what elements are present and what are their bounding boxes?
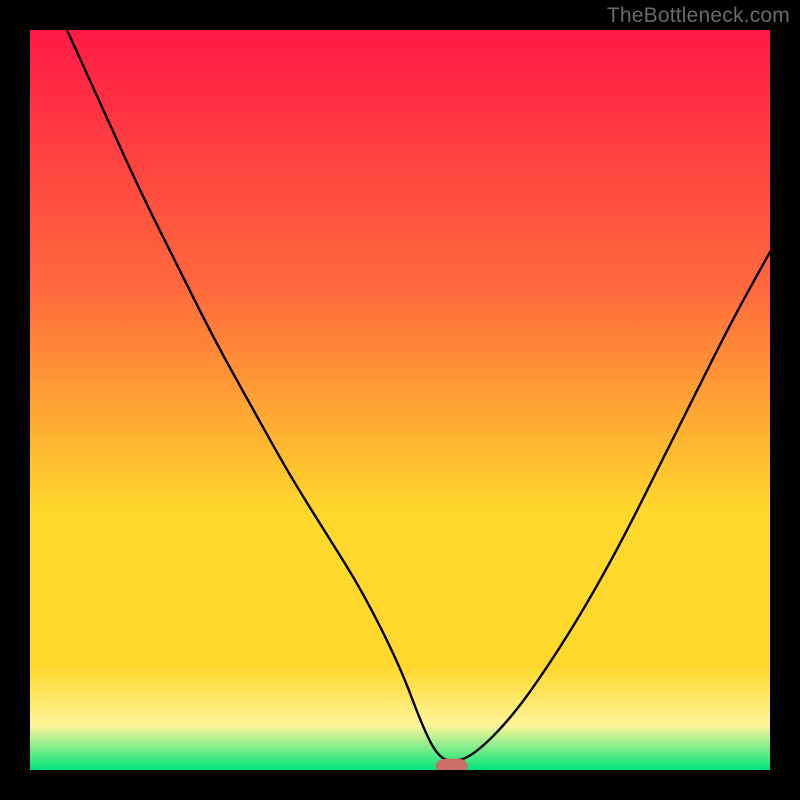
watermark-text: TheBottleneck.com [607, 4, 790, 28]
plot-area [30, 30, 770, 770]
optimum-marker [436, 759, 468, 770]
chart-frame: TheBottleneck.com [0, 0, 800, 800]
gradient-background [30, 30, 770, 770]
bottleneck-plot-svg [30, 30, 770, 770]
